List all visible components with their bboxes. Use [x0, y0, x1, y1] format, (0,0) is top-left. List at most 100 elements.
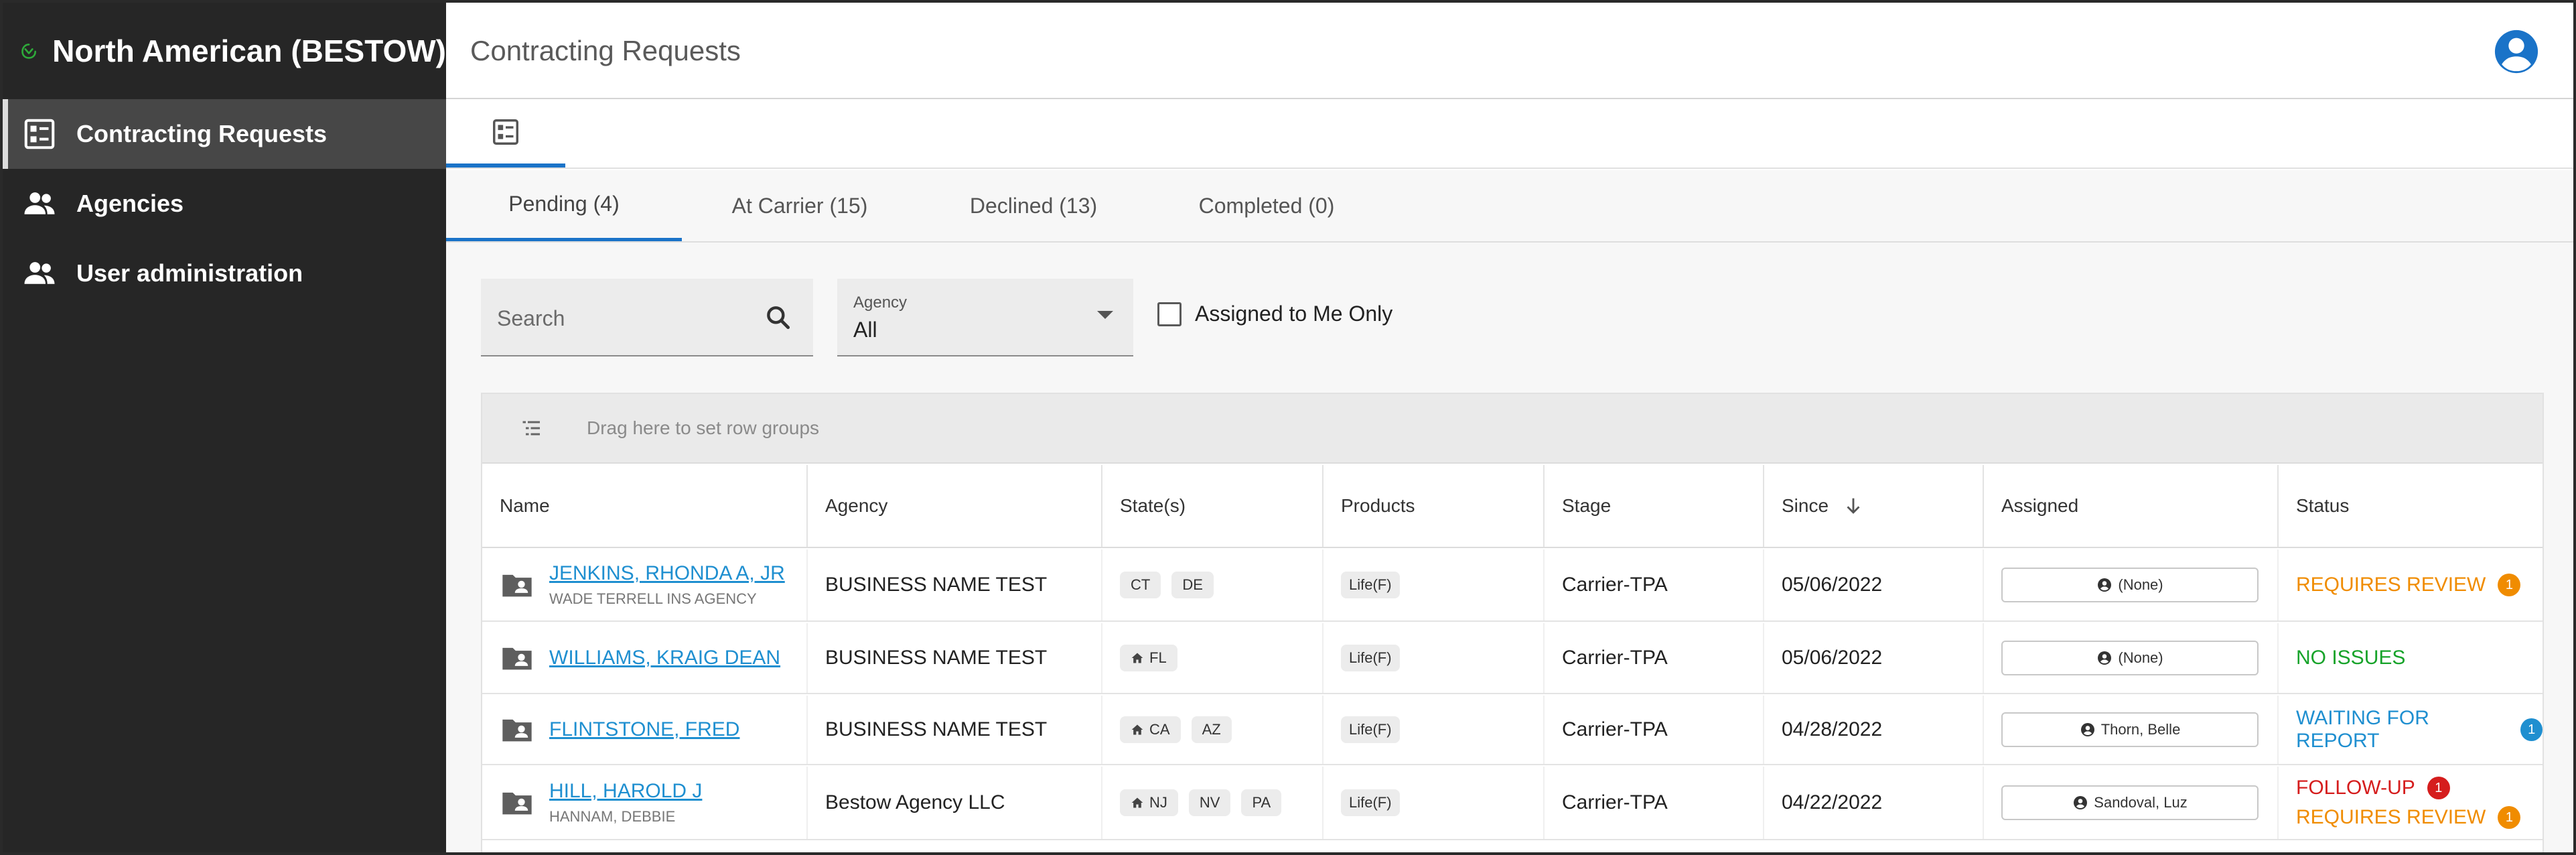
assignee-name: Sandoval, Luz [2094, 794, 2188, 811]
stage-cell: Carrier-TPA [1545, 767, 1764, 839]
sidebar-item-contracting-requests[interactable]: Contracting Requests [3, 99, 446, 169]
status-cell: WAITING FOR REPORT 1 [2279, 696, 2543, 764]
assigned-to-me-label: Assigned to Me Only [1195, 302, 1393, 326]
applicant-subtext: HANNAM, DEBBIE [549, 808, 676, 825]
table-row: FLINTSTONE, FRED BUSINESS NAME TEST CA A… [482, 696, 2543, 765]
state-chip: CT [1120, 572, 1161, 598]
assignee-name: (None) [2118, 576, 2163, 593]
status-waiting-for-report[interactable]: WAITING FOR REPORT 1 [2296, 707, 2543, 752]
sidebar-item-label: Contracting Requests [76, 120, 328, 147]
status-cell: FOLLOW-UP 1 REQUIRES REVIEW 1 [2279, 767, 2543, 839]
person-icon [2098, 651, 2112, 665]
name-cell: WILLIAMS, KRAIG DEAN [482, 623, 808, 693]
people-icon [24, 262, 55, 284]
tab-list-view[interactable] [446, 101, 565, 168]
assigned-to-me-checkbox[interactable] [1157, 302, 1182, 326]
name-cell: JENKINS, RHONDA A, JR WADE TERRELL INS A… [482, 549, 808, 620]
person-icon [2098, 578, 2112, 592]
folder-person-icon [502, 574, 532, 597]
tab-pending[interactable]: Pending (4) [446, 170, 682, 241]
column-header-stage[interactable]: Stage [1545, 465, 1764, 547]
state-chip: CA [1120, 716, 1181, 743]
search-icon[interactable] [764, 303, 793, 332]
applicant-name-link[interactable]: FLINTSTONE, FRED [549, 718, 739, 741]
state-code: DE [1182, 576, 1203, 593]
column-header-products[interactable]: Products [1323, 465, 1545, 547]
status-count-badge: 1 [2498, 806, 2521, 829]
page-title: Contracting Requests [470, 35, 741, 66]
person-icon [2080, 723, 2094, 736]
stage-cell: Carrier-TPA [1545, 696, 1764, 764]
states-cell: NJ NV PA [1102, 767, 1323, 839]
products-cell: Life(F) [1323, 623, 1545, 693]
states-cell: CT DE [1102, 549, 1323, 620]
status-count-badge: 1 [2520, 718, 2543, 741]
state-code: NJ [1149, 794, 1167, 811]
list-icon [24, 119, 55, 149]
column-header-states[interactable]: State(s) [1102, 465, 1323, 547]
column-header-label: Name [500, 495, 550, 516]
agency-select-value: All [853, 318, 877, 342]
tab-declined[interactable]: Declined (13) [918, 170, 1149, 241]
states-cell: CA AZ [1102, 696, 1323, 764]
account-circle-icon[interactable] [2493, 28, 2540, 75]
applicant-name-link[interactable]: JENKINS, RHONDA A, JR [549, 562, 785, 585]
agency-cell: BUSINESS NAME TEST [808, 623, 1102, 693]
sidebar-item-user-administration[interactable]: User administration [3, 239, 446, 308]
applicant-name-link[interactable]: WILLIAMS, KRAIG DEAN [549, 647, 780, 669]
dropdown-arrow-icon [1097, 311, 1113, 319]
status-text: REQUIRES REVIEW [2296, 574, 2486, 596]
search-input[interactable] [497, 302, 752, 335]
brand-logo-icon [21, 44, 36, 59]
since-cell: 05/06/2022 [1764, 549, 1984, 620]
column-header-assigned[interactable]: Assigned [1984, 465, 2279, 547]
products-cell: Life(F) [1323, 696, 1545, 764]
sidebar-item-agencies[interactable]: Agencies [3, 169, 446, 239]
tab-at-carrier[interactable]: At Carrier (15) [682, 170, 918, 241]
column-header-status[interactable]: Status [2279, 465, 2543, 547]
status-text: WAITING FOR REPORT [2296, 707, 2429, 752]
status-text: NO ISSUES [2296, 647, 2406, 669]
agency-cell: BUSINESS NAME TEST [808, 549, 1102, 620]
column-header-name[interactable]: Name [482, 465, 808, 547]
column-header-label: Status [2296, 495, 2350, 516]
state-code: FL [1149, 649, 1167, 666]
tab-completed[interactable]: Completed (0) [1149, 170, 1384, 241]
grid-header: Name Agency State(s) Products Stage Sinc… [482, 465, 2543, 548]
since-cell: 05/06/2022 [1764, 623, 1984, 693]
home-state-icon [1131, 724, 1143, 735]
status-follow-up[interactable]: FOLLOW-UP 1 [2296, 777, 2520, 799]
stage-cell: Carrier-TPA [1545, 549, 1764, 620]
since-cell: 04/28/2022 [1764, 696, 1984, 764]
status-count-badge: 1 [2498, 574, 2521, 596]
assignee-name: (None) [2118, 649, 2163, 666]
row-groups-icon [522, 421, 540, 436]
assign-button[interactable]: (None) [2001, 641, 2259, 675]
status-requires-review[interactable]: REQUIRES REVIEW 1 [2296, 574, 2521, 596]
column-header-label: Agency [825, 495, 888, 516]
column-header-label: State(s) [1120, 495, 1186, 516]
applicant-name-link[interactable]: HILL, HAROLD J [549, 780, 702, 803]
state-chip: NV [1188, 789, 1231, 816]
assign-button[interactable]: Thorn, Belle [2001, 712, 2259, 747]
row-group-drop-zone[interactable]: Drag here to set row groups [482, 394, 2543, 464]
since-cell: 04/22/2022 [1764, 767, 1984, 839]
agency-select[interactable]: Agency All [837, 279, 1133, 356]
column-header-since[interactable]: Since [1764, 465, 1984, 547]
state-code: PA [1252, 794, 1271, 811]
sidebar-nav: Contracting Requests Agencies User admin… [3, 99, 446, 308]
column-header-label: Stage [1562, 495, 1612, 516]
app-window: North American (BESTOW) Contracting Requ… [0, 0, 2576, 855]
sort-descending-icon[interactable] [1842, 495, 1865, 517]
column-header-label: Products [1341, 495, 1415, 516]
product-chip: Life(F) [1341, 572, 1400, 598]
agency-cell: Bestow Agency LLC [808, 767, 1102, 839]
people-icon [24, 192, 55, 214]
status-cell: REQUIRES REVIEW 1 [2279, 549, 2543, 620]
status-requires-review[interactable]: REQUIRES REVIEW 1 [2296, 806, 2521, 829]
assign-button[interactable]: (None) [2001, 568, 2259, 602]
name-cell: HILL, HAROLD J HANNAM, DEBBIE [482, 767, 808, 839]
column-header-agency[interactable]: Agency [808, 465, 1102, 547]
status-no-issues[interactable]: NO ISSUES [2296, 647, 2405, 669]
assign-button[interactable]: Sandoval, Luz [2001, 785, 2259, 820]
